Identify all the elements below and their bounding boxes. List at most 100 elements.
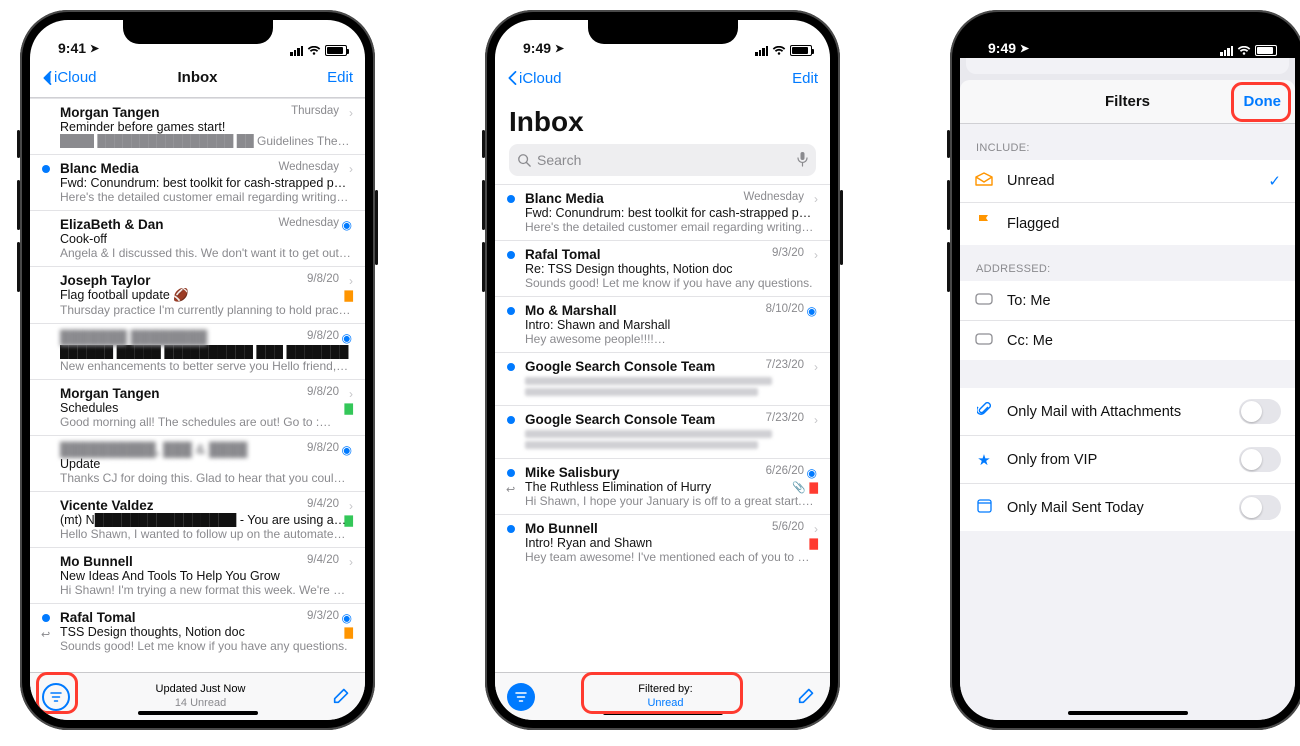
mail-row[interactable]: ███████ ████████ 9/8/20 ◉ ██████ █████ █… [30,323,365,379]
location-icon: ➤ [1020,43,1029,55]
chevron-left-icon [42,71,52,85]
calendar-icon [974,498,994,517]
chevron-right-icon: › [349,274,353,288]
mail-date: 9/4/20 [307,554,339,566]
mail-row[interactable]: Google Search Console Team 7/23/20 › [495,352,830,405]
chevron-right-icon: › [349,387,353,401]
mail-row[interactable]: Blanc Media Wednesday › Fwd: Conundrum: … [30,154,365,210]
unread-dot [507,363,515,371]
reply-icon: ↩ [41,628,50,641]
check-icon: ✓ [1268,172,1281,190]
flag-icon: ▇ [345,289,353,302]
large-title: Inbox [495,98,830,144]
mail-row[interactable]: Vicente Valdez 9/4/20 ›▇ (mt) N█████████… [30,491,365,547]
search-field[interactable]: Search [509,144,816,176]
wifi-icon [772,46,786,56]
notify-icon: ◉ [342,443,352,457]
phone-frame-3: 9:49 ➤ Filters Done INCLUDE: [950,10,1300,730]
mail-preview: Sounds good! Let me know if you have any… [60,639,351,653]
notify-icon: ◉ [807,466,817,480]
mail-date: 9/3/20 [772,247,804,259]
mail-row[interactable]: Morgan Tangen Thursday › Reminder before… [30,98,365,154]
unread-dot [507,251,515,259]
location-icon: ➤ [555,43,564,55]
mail-date: 9/8/20 [307,442,339,454]
background-card [966,58,1289,74]
mail-row[interactable]: ElizaBeth & Dan Wednesday ◉ Cook-off Ang… [30,210,365,266]
mail-subject: ██████ █████ ██████████ ███ ███████ [60,345,351,359]
done-button[interactable]: Done [1244,93,1282,110]
edit-button[interactable]: Edit [792,70,818,87]
mail-row[interactable]: Mo Bunnell 5/6/20 ›▇ Intro! Ryan and Sha… [495,514,830,570]
signal-icon [755,46,768,56]
unread-dot [42,614,50,622]
mail-subject: Flag football update 🏈 [60,288,351,303]
mail-row[interactable]: ↩ Mike Salisbury 6/26/20 ◉▇📎 The Ruthles… [495,458,830,514]
wifi-icon [1237,46,1251,56]
mail-row[interactable]: Blanc Media Wednesday › Fwd: Conundrum: … [495,184,830,240]
filter-flagged[interactable]: Flagged [960,203,1295,245]
chevron-right-icon: › [349,555,353,569]
star-icon: ★ [974,451,994,469]
mail-preview: Hello Shawn, I wanted to follow up on th… [60,527,351,541]
switch-attachments[interactable] [1239,399,1281,424]
filter-today[interactable]: Only Mail Sent Today [960,484,1295,531]
signal-icon [1220,46,1233,56]
to-icon [974,292,994,309]
mail-row[interactable]: Google Search Console Team 7/23/20 › [495,405,830,458]
filter-cc-me[interactable]: Cc: Me [960,321,1295,360]
mail-row[interactable]: Mo & Marshall 8/10/20 ◉ Intro: Shawn and… [495,296,830,352]
filter-icon [49,690,63,704]
compose-button[interactable] [796,684,818,709]
mail-subject: Reminder before games start! [60,120,351,134]
filter-vip[interactable]: ★ Only from VIP [960,436,1295,484]
mail-row[interactable]: ██████████, ███ & ████ 9/8/20 ◉ Update T… [30,435,365,491]
edit-button[interactable]: Edit [327,69,353,86]
notify-icon: ◉ [342,611,352,625]
sheet-title: Filters [1105,93,1150,110]
mail-date: Wednesday [278,161,339,173]
mail-row[interactable]: Joseph Taylor 9/8/20 ›▇ Flag football up… [30,266,365,323]
mail-subject: Cook-off [60,232,351,246]
mail-row[interactable]: Mo Bunnell 9/4/20 › New Ideas And Tools … [30,547,365,603]
mail-date: 9/8/20 [307,273,339,285]
mail-date: 8/10/20 [766,303,804,315]
chevron-right-icon: › [814,413,818,427]
mail-subject: (mt) N████████████████ - You are using a… [60,513,351,527]
search-placeholder: Search [537,152,581,168]
chevron-right-icon: › [814,248,818,262]
paperclip-icon: 📎 [792,481,806,494]
mail-subject: Schedules [60,401,351,415]
notify-icon: ◉ [342,218,352,232]
mail-list[interactable]: Morgan Tangen Thursday › Reminder before… [30,98,365,672]
flag-icon: ▇ [810,537,818,550]
switch-today[interactable] [1239,495,1281,520]
notify-icon: ◉ [807,304,817,318]
chevron-right-icon: › [349,106,353,120]
dictate-icon[interactable] [797,151,808,170]
flag-icon: ▇ [810,481,818,494]
mail-list[interactable]: Blanc Media Wednesday › Fwd: Conundrum: … [495,184,830,672]
unread-dot [507,195,515,203]
compose-button[interactable] [331,684,353,709]
mail-subject: Intro! Ryan and Shawn [525,536,816,550]
filter-unread[interactable]: Unread ✓ [960,160,1295,203]
mail-date: 6/26/20 [766,465,804,477]
back-button[interactable]: iCloud [42,69,97,86]
switch-vip[interactable] [1239,447,1281,472]
filter-status[interactable]: Filtered by: Unread [535,683,796,709]
mail-preview: Good morning all! The schedules are out!… [60,415,351,429]
mail-row[interactable]: Morgan Tangen 9/8/20 ›▇ Schedules Good m… [30,379,365,435]
mail-row[interactable]: Rafal Tomal 9/3/20 › Re: TSS Design thou… [495,240,830,296]
filter-button-active[interactable] [507,683,535,711]
search-icon [517,153,531,167]
cc-icon [974,332,994,349]
filter-button[interactable] [42,683,70,711]
mail-date: Wednesday [743,191,804,203]
back-button[interactable]: iCloud [507,70,562,87]
unread-dot [507,307,515,315]
mail-date: 9/8/20 [307,330,339,342]
mail-row[interactable]: ↩ Rafal Tomal 9/3/20 ◉▇ TSS Design thoug… [30,603,365,659]
filter-attachments[interactable]: Only Mail with Attachments [960,388,1295,436]
filter-to-me[interactable]: To: Me [960,281,1295,321]
